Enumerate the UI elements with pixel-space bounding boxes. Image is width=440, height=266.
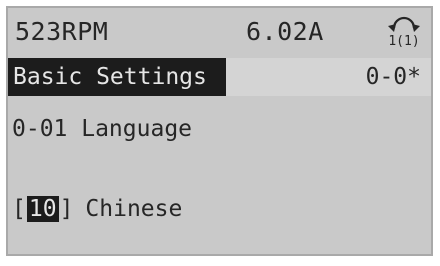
- menu-bar: Basic Settings 0-0*: [8, 58, 431, 96]
- motor-speed-readout: 523RPM: [15, 17, 109, 46]
- setup-indicator-text: 1(1): [388, 34, 419, 49]
- setup-cycle-icon: 1(1): [388, 16, 420, 49]
- lcd-display: 523RPM 6.02A 1(1) Basic Settings 0-0* 0-…: [6, 6, 433, 256]
- menu-group-code: 0-0*: [365, 64, 421, 90]
- value-name: Chinese: [85, 196, 183, 222]
- motor-current-readout: 6.02A: [246, 17, 324, 46]
- value-bracket-open: [: [12, 196, 26, 222]
- status-row: 523RPM 6.02A 1(1): [8, 8, 431, 52]
- lcp-panel: 523RPM 6.02A 1(1) Basic Settings 0-0* 0-…: [0, 0, 440, 266]
- menu-title[interactable]: Basic Settings: [8, 58, 226, 96]
- parameter-value[interactable]: [ 10 ] Chinese: [12, 196, 182, 222]
- parameter-label: 0-01 Language: [12, 116, 193, 142]
- value-bracket-close: ]: [59, 196, 74, 222]
- value-index-cursor[interactable]: 10: [26, 196, 59, 222]
